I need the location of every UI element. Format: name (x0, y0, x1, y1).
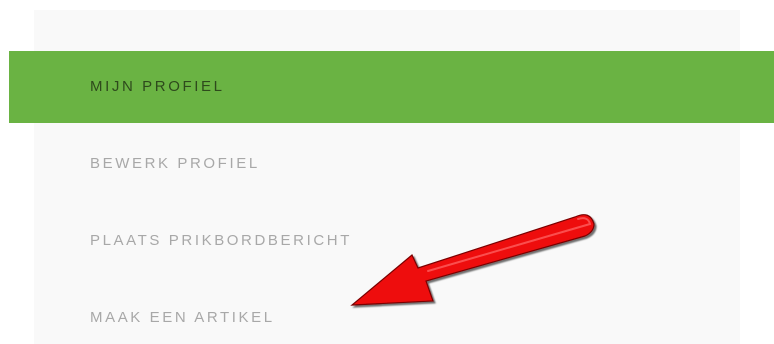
menu-item-plaats-prikbordbericht[interactable]: PLAATS PRIKBORDBERICHT (34, 229, 740, 253)
menu-item-label: PLAATS PRIKBORDBERICHT (90, 232, 352, 249)
menu-item-label: BEWERK PROFIEL (90, 155, 260, 172)
menu-item-maak-een-artikel[interactable]: MAAK EEN ARTIKEL (34, 306, 740, 330)
menu-item-mijn-profiel[interactable]: MIJN PROFIEL (9, 51, 774, 123)
profile-menu-screen: MIJN PROFIEL BEWERK PROFIEL PLAATS PRIKB… (0, 0, 774, 344)
menu-item-bewerk-profiel[interactable]: BEWERK PROFIEL (34, 152, 740, 176)
menu-item-label: MAAK EEN ARTIKEL (90, 309, 275, 326)
menu-item-label: MIJN PROFIEL (90, 78, 225, 95)
